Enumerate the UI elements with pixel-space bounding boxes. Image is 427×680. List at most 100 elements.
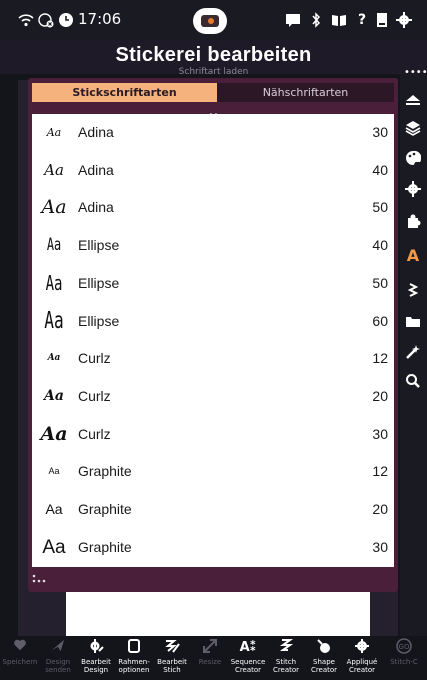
edit-design-button[interactable]: Bearbeit Design [76,638,116,680]
font-size: 50 [372,199,388,216]
manual-book-icon[interactable] [331,12,347,28]
toolbar-label: Speichern [2,658,38,666]
toolbar-label: Stitch-C [390,658,418,666]
frame-options-button[interactable]: Rahmen-optionen [114,638,154,680]
heart-icon [0,638,40,658]
font-preview: Aa [42,536,66,558]
folder-icon[interactable] [403,314,423,334]
font-preview: Aa [40,422,68,445]
font-preview: Aa [45,270,63,295]
font-size: 60 [372,312,388,329]
toolbar-label: Design senden [45,658,71,674]
font-size: 30 [372,538,388,555]
font-list: Aa Adina 30 Aa Adina 40 Aa Adina 50 Aa E… [32,114,394,567]
applique-creator-button[interactable]: Appliqué Creator [342,638,382,680]
shape-creator-icon [304,638,344,658]
list-item[interactable]: Aa Ellipse 50 [32,265,394,303]
clock-icon [58,12,74,28]
font-preview: Aa [44,307,64,334]
save-button[interactable]: Speichern [0,638,40,680]
drag-handle-icon[interactable] [208,104,220,119]
gear-icon[interactable] [403,181,423,201]
list-item[interactable]: Aa Ellipse 40 [32,227,394,265]
hoop-preview [66,590,370,636]
resize-button[interactable]: Resize [190,638,230,680]
layers-icon[interactable] [403,120,423,140]
send-design-button[interactable]: Design senden [38,638,78,680]
message-icon[interactable] [285,12,301,28]
toolbar-label: Rahmen-optionen [118,658,150,674]
search-icon[interactable] [403,373,423,393]
list-item[interactable]: Aa Graphite 12 [32,453,394,491]
sequence-creator-button[interactable]: A⁑ Sequence Creator [228,638,268,680]
list-item[interactable]: Aa Curlz 12 [32,340,394,378]
resize-icon [190,638,230,658]
text-tool-icon[interactable]: A [403,246,423,266]
svg-text:GO: GO [399,643,410,651]
font-name: Graphite [78,538,132,555]
font-size: 20 [372,501,388,517]
list-item[interactable]: Aa Graphite 30 [32,529,394,567]
font-size: 40 [372,161,388,178]
font-preview: Aa [46,235,62,256]
send-icon [38,638,78,658]
tab-sewing-fonts[interactable]: Nähschriftarten [217,83,394,102]
document-icon[interactable] [374,12,390,28]
stitch-c-button[interactable]: GO Stitch-C [384,638,424,680]
font-name: Ellipse [78,274,120,291]
applique-icon [342,638,382,658]
frame-icon [114,638,154,658]
edit-design-icon [76,638,116,658]
font-name: Graphite [78,463,132,480]
list-item[interactable]: Aa Adina 30 [32,114,394,152]
stitch-creator-icon [266,638,306,658]
wifi-icon [18,12,34,28]
settings-gear-icon[interactable] [396,12,412,28]
font-name: Adina [78,124,114,140]
toolbar-label: Appliqué Creator [346,658,378,674]
help-icon[interactable]: ? [354,12,370,28]
list-item[interactable]: Aa Curlz 30 [32,416,394,454]
edit-stitch-button[interactable]: Bearbeit Stich [152,638,192,680]
status-time: 17:06 [78,10,122,28]
font-size: 12 [372,350,388,367]
list-item[interactable]: Aa Adina 50 [32,189,394,227]
font-size: 30 [372,124,388,140]
bluetooth-icon[interactable] [308,12,324,28]
font-name: Curlz [78,350,111,367]
font-name: Adina [78,161,114,178]
shape-creator-button[interactable]: Shape Creator [304,638,344,680]
font-preview: Aa [48,466,60,477]
font-name: Curlz [78,425,111,442]
list-item[interactable]: Aa Ellipse 60 [32,303,394,341]
data-off-icon [38,12,54,28]
list-item[interactable]: Aa Graphite 20 [32,491,394,529]
page-subtitle: Schriftart laden [178,67,249,77]
toolbar-label: Bearbeit Design [81,658,111,674]
toolbar-label: Bearbeit Stich [157,658,187,674]
font-preview: Aa [41,196,67,219]
layers-up-icon[interactable] [403,92,423,112]
list-item[interactable]: Aa Curlz 20 [32,378,394,416]
font-size: 20 [372,387,388,404]
font-name: Adina [78,199,114,216]
list-item[interactable]: Aa Adina 40 [32,152,394,190]
stitch-creator-button[interactable]: Stitch Creator [266,638,306,680]
font-size: 50 [372,274,388,291]
palette-icon[interactable] [403,150,423,170]
toolbar-label: Sequence Creator [230,658,266,674]
go-icon: GO [384,638,424,658]
tab-embroidery-fonts[interactable]: Stickschriftarten [32,83,217,102]
font-size: 30 [372,425,388,442]
puzzle-icon[interactable] [403,214,423,234]
edit-stitch-icon [152,638,192,658]
resize-grip-icon[interactable] [32,570,46,583]
toolbar-label: Resize [198,658,222,666]
font-size: 40 [372,237,388,254]
font-name: Graphite [78,501,132,517]
machine-connection-icon[interactable] [193,8,227,34]
toolbar-label: Shape Creator [310,658,338,674]
wand-icon[interactable] [403,344,423,364]
title-bar: Stickerei bearbeiten Schriftart laden ••… [0,40,427,78]
stitch-icon[interactable] [403,282,423,302]
